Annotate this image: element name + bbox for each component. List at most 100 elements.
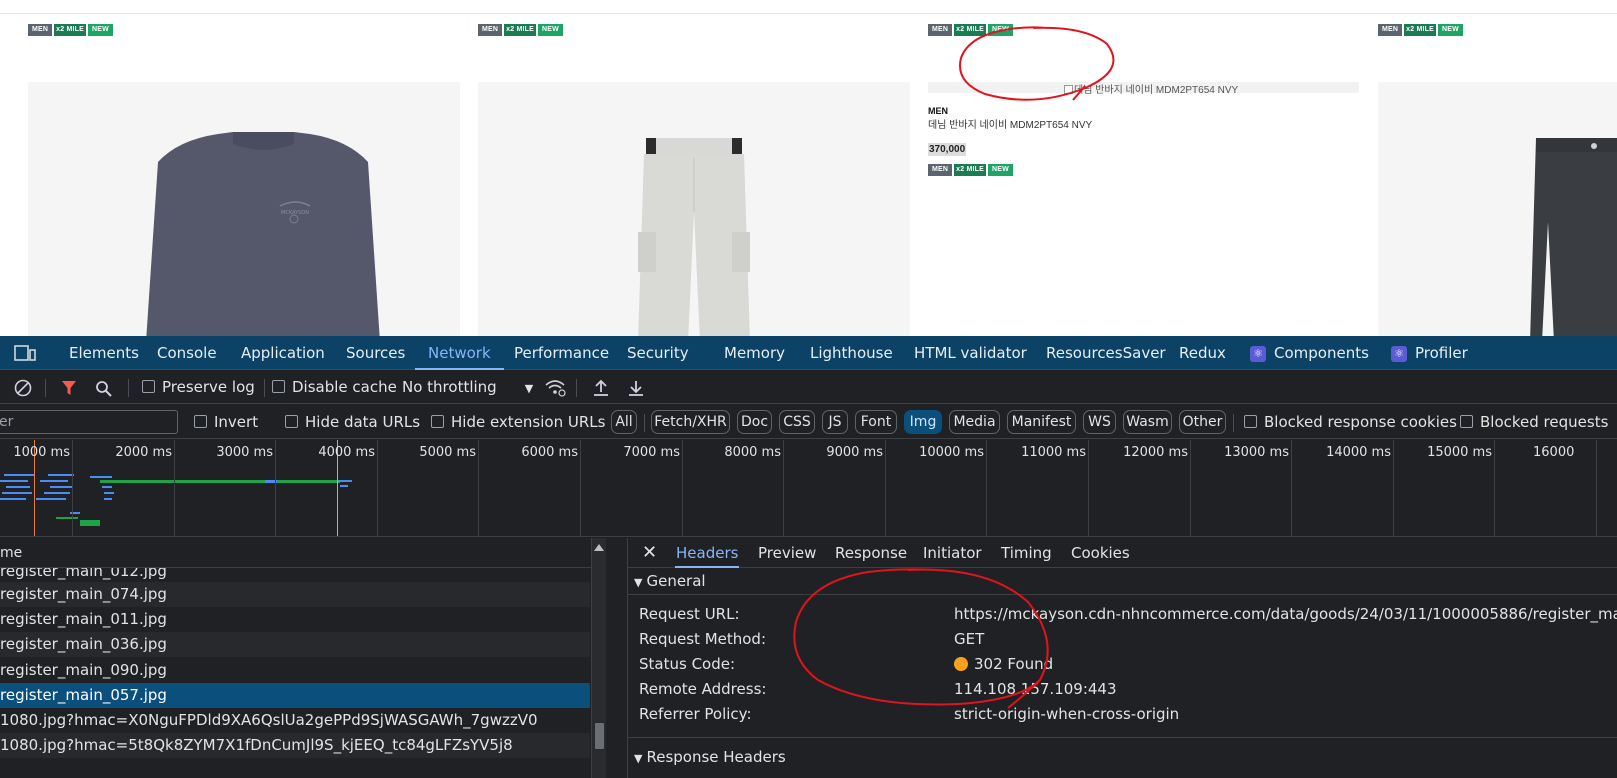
filter-chip-doc[interactable]: Doc (737, 410, 772, 434)
tab-performance[interactable]: Performance (514, 336, 609, 370)
preserve-log-checkbox[interactable]: Preserve log (142, 371, 255, 404)
close-icon[interactable]: ✕ (642, 542, 657, 563)
hide-extension-urls-checkbox[interactable]: Hide extension URLs (431, 405, 605, 439)
network-toolbar: Preserve log Disable cache No throttling… (0, 371, 1617, 404)
checkbox-box (1460, 415, 1473, 428)
tab-elements[interactable]: Elements (69, 336, 139, 370)
timeline-tick-label: 11000 ms (1021, 445, 1086, 460)
timeline-gridline (783, 440, 784, 536)
tab-sources[interactable]: Sources (346, 336, 405, 370)
timeline-tick-label: 5000 ms (419, 445, 476, 460)
tab-console[interactable]: Console (157, 336, 217, 370)
throttling-select[interactable]: No throttling ▼ (402, 371, 533, 404)
request-row[interactable]: register_main_011.jpg (0, 607, 590, 632)
upload-icon[interactable] (592, 379, 610, 397)
product-price: 370,000 (928, 143, 967, 156)
request-row[interactable]: 1080.jpg?hmac=X0NguFPDld9XA6QslUa2gePPd9… (0, 708, 590, 733)
product-card-1[interactable]: MEN x2 MILE NEW MCKAYSON (28, 0, 460, 336)
waterfall-bar (4, 474, 34, 476)
request-row[interactable]: register_main_012.jpg (0, 568, 590, 582)
tab-resourcessaver[interactable]: ResourcesSaver (1046, 336, 1166, 370)
badge-men: MEN (28, 24, 53, 36)
request-row[interactable]: register_main_090.jpg (0, 658, 590, 683)
filter-chip-font[interactable]: Font (855, 410, 897, 434)
scrollbar-thumb[interactable] (595, 723, 604, 749)
product-card-4[interactable]: MEN x2 MILE NEW (1378, 0, 1617, 336)
remote-address-value[interactable]: 114.108.157.109:443 (954, 680, 1117, 698)
waterfall-bar (0, 498, 26, 500)
request-name: register_main_036.jpg (0, 635, 167, 653)
broken-image-icon (1064, 85, 1073, 94)
network-conditions-icon[interactable] (544, 379, 566, 397)
waterfall-bar (100, 480, 340, 483)
filter-chip-wasm[interactable]: Wasm (1123, 410, 1172, 434)
general-section-toggle[interactable]: ▼ General (634, 569, 706, 593)
separator (576, 379, 577, 397)
filter-icon[interactable] (61, 380, 77, 396)
tab-memory[interactable]: Memory (724, 336, 785, 370)
request-row[interactable]: 1080.jpg?hmac=5t8Qk8ZYM7X1fDnCumJl9S_kjE… (0, 733, 590, 758)
filter-chip-js[interactable]: JS (822, 410, 848, 434)
request-row[interactable]: register_main_074.jpg (0, 582, 590, 607)
filter-chip-all[interactable]: All (611, 410, 637, 434)
response-headers-toggle[interactable]: ▼ Response Headers (634, 745, 786, 769)
referrer-policy-value[interactable]: strict-origin-when-cross-origin (954, 705, 1179, 723)
blocked-requests-checkbox[interactable]: Blocked requests (1460, 405, 1608, 439)
tab-redux[interactable]: Redux (1179, 336, 1226, 370)
invert-checkbox[interactable]: Invert (194, 405, 258, 439)
tab-html-validator[interactable]: HTML validator (914, 336, 1027, 370)
tab-application[interactable]: Application (241, 336, 325, 370)
tab-headers[interactable]: Headers (675, 538, 740, 568)
tab-response[interactable]: Response (835, 538, 907, 568)
hide-data-urls-checkbox[interactable]: Hide data URLs (285, 405, 420, 439)
tab-timing[interactable]: Timing (1001, 538, 1052, 568)
hide-data-urls-label: Hide data URLs (305, 413, 421, 431)
badge-new: NEW (538, 24, 563, 36)
request-row-selected[interactable]: register_main_057.jpg (0, 683, 590, 708)
filter-bar: er Invert Hide data URLs Hide extension … (0, 405, 1617, 439)
disable-cache-label: Disable cache (292, 378, 397, 396)
request-url-value[interactable]: https://mckayson.cdn-nhncommerce.com/dat… (954, 605, 1617, 623)
request-list: me register_main_012.jpg register_main_0… (0, 538, 606, 778)
request-list-scrollbar[interactable] (591, 538, 606, 778)
product-image-sweater[interactable]: MCKAYSON (28, 82, 460, 336)
tab-lighthouse[interactable]: Lighthouse (810, 336, 893, 370)
tab-security[interactable]: Security (627, 336, 689, 370)
request-row[interactable]: register_main_036.jpg (0, 632, 590, 657)
request-method-value[interactable]: GET (954, 630, 984, 648)
search-icon[interactable] (95, 380, 113, 398)
tab-components[interactable]: ⚛ Components (1250, 336, 1369, 370)
badge-new: NEW (1438, 24, 1463, 36)
filter-input[interactable]: er (0, 410, 178, 434)
product-image-pants[interactable] (478, 82, 910, 336)
status-code-value[interactable]: 302 Found (954, 655, 1053, 673)
download-icon[interactable] (627, 379, 645, 397)
filter-chip-ws[interactable]: WS (1083, 410, 1116, 434)
product-name[interactable]: 데님 반바지 네이비 MDM2PT654 NVY (928, 116, 1092, 131)
tab-cookies[interactable]: Cookies (1071, 538, 1130, 568)
blocked-requests-label: Blocked requests (1480, 413, 1609, 431)
tab-profiler[interactable]: ⚛ Profiler (1391, 336, 1468, 370)
product-image-jeans[interactable] (1378, 82, 1617, 336)
timeline-gridline (275, 440, 276, 536)
disable-cache-checkbox[interactable]: Disable cache (272, 371, 397, 404)
filter-chip-media[interactable]: Media (949, 410, 1000, 434)
device-toolbar-icon[interactable] (14, 344, 36, 362)
filter-chip-fetch-xhr[interactable]: Fetch/XHR (651, 410, 730, 434)
network-overview-timeline[interactable]: 1000 ms 2000 ms 3000 ms 4000 ms 5000 ms 6000 … (0, 440, 1617, 537)
filter-chip-img[interactable]: Img (904, 410, 942, 434)
product-card-2[interactable]: MEN x2 MILE NEW (478, 0, 910, 336)
filter-chip-other[interactable]: Other (1179, 410, 1226, 434)
timeline-tick-label: 1000 ms (13, 445, 70, 460)
tab-preview[interactable]: Preview (758, 538, 816, 568)
separator (45, 379, 46, 397)
tab-initiator[interactable]: Initiator (923, 538, 982, 568)
request-detail-pane: ✕ Headers Preview Response Initiator Tim… (627, 538, 1617, 778)
tab-network[interactable]: Network (415, 336, 504, 370)
filter-chip-manifest[interactable]: Manifest (1007, 410, 1076, 434)
scroll-up-icon[interactable] (594, 544, 604, 551)
clear-icon[interactable] (14, 379, 32, 397)
name-column-header[interactable]: me (0, 538, 606, 568)
blocked-response-cookies-checkbox[interactable]: Blocked response cookies (1244, 405, 1457, 439)
filter-chip-css[interactable]: CSS (779, 410, 815, 434)
